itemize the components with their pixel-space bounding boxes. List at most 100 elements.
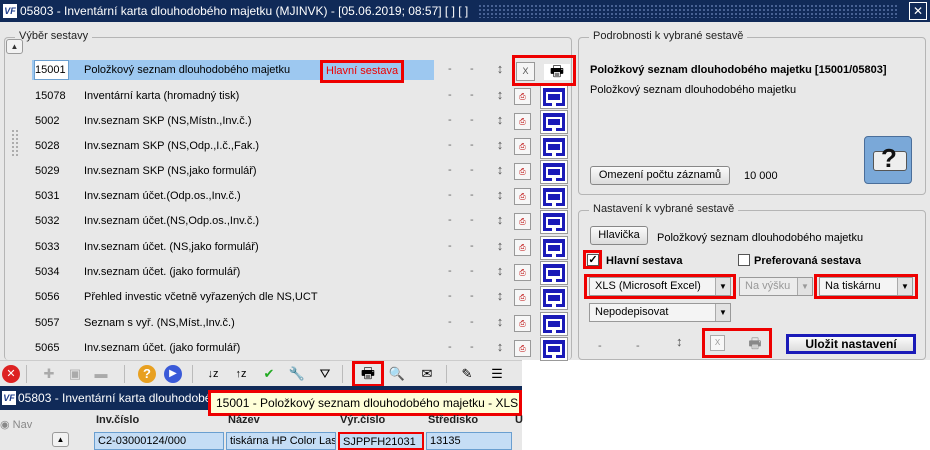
dash: - <box>448 189 452 201</box>
printer-icon[interactable]: 🖶 <box>746 333 764 351</box>
signature-select[interactable]: Nepodepisovat ▼ <box>589 303 731 322</box>
screen-output-icon[interactable] <box>540 135 568 159</box>
remove-icon[interactable]: ▬ <box>92 365 110 383</box>
screen-output-icon[interactable] <box>540 85 568 109</box>
main-report-checkbox[interactable]: ✓ <box>587 254 599 266</box>
scroll-up-icon[interactable]: ▲ <box>52 432 69 447</box>
header-button[interactable]: Hlavička <box>590 226 648 245</box>
scroll-up-icon[interactable]: ▲ <box>6 39 23 54</box>
report-row[interactable]: 5034 Inv.seznam účet. (jako formulář) - - ↕ ⎙ <box>32 260 572 285</box>
report-row[interactable]: 5057 Seznam s vyř. (NS,Míst.,Inv.č.) - - ↕ ⎙ <box>32 311 572 336</box>
report-code: 5031 <box>35 190 60 202</box>
chevron-down-icon[interactable]: ▼ <box>715 278 730 295</box>
sort-reverse-icon[interactable]: ↑z <box>232 365 250 383</box>
screen-output-icon[interactable] <box>540 337 568 361</box>
report-row[interactable]: 15078 Inventární karta (hromadný tisk) - - ↕… <box>32 84 572 109</box>
wrench-icon[interactable]: 🔧 <box>288 365 306 383</box>
save-settings-button[interactable]: Uložit nastavení <box>786 334 916 354</box>
chevron-down-icon[interactable]: ▼ <box>897 278 912 295</box>
sort-arrows-icon[interactable]: ↕ <box>494 137 506 155</box>
report-row[interactable]: 5029 Inv.seznam SKP (NS,jako formulář) - - ↕… <box>32 159 572 184</box>
column-header-u[interactable]: U <box>515 414 523 426</box>
report-row[interactable]: 5033 Inv.seznam účet. (NS,jako formulář) -… <box>32 235 572 260</box>
report-row[interactable]: 15001 Položkový seznam dlouhodobého majet… <box>32 58 572 82</box>
check-icon[interactable]: ✔ <box>260 365 278 383</box>
printer-icon[interactable]: 🖶 <box>359 365 377 383</box>
sort-arrows-icon[interactable]: ↕ <box>494 162 506 180</box>
screen-output-icon[interactable] <box>540 312 568 336</box>
filter-icon[interactable]: ⛛ <box>316 365 334 383</box>
pdf-icon[interactable]: ⎙ <box>514 264 531 281</box>
pdf-icon[interactable]: ⎙ <box>514 239 531 256</box>
pdf-export-icon[interactable]: X <box>710 335 725 351</box>
sort-arrows-icon[interactable]: ↕ <box>494 339 506 357</box>
table-cell[interactable]: 13135 <box>426 432 512 450</box>
pdf-icon[interactable]: ⎙ <box>514 315 531 332</box>
pdf-icon[interactable]: ⎙ <box>514 163 531 180</box>
list-icon[interactable]: ☰ <box>488 365 506 383</box>
pdf-icon[interactable]: ⎙ <box>514 188 531 205</box>
report-code: 5032 <box>35 215 60 227</box>
format-select[interactable]: XLS (Microsoft Excel) ▼ <box>589 277 731 296</box>
pdf-icon[interactable]: ⎙ <box>514 138 531 155</box>
pdf-icon[interactable]: ⎙ <box>514 113 531 130</box>
add-icon[interactable]: ✚ <box>40 365 58 383</box>
sort-arrows-icon[interactable]: ↕ <box>494 112 506 130</box>
mail-icon[interactable]: ✉ <box>418 365 436 383</box>
pdf-icon[interactable]: ⎙ <box>514 213 531 230</box>
scroll-grip[interactable] <box>11 129 19 157</box>
table-cell[interactable]: C2-03000124/000 <box>94 432 224 450</box>
report-row[interactable]: 5028 Inv.seznam SKP (NS,Odp.,I.č.,Fak.) - -… <box>32 134 572 159</box>
column-header-center[interactable]: Středisko <box>428 414 478 426</box>
pdf-icon[interactable]: ⎙ <box>514 340 531 357</box>
sort-icon[interactable]: ↓z <box>204 365 222 383</box>
list-scrollbar[interactable]: ▲ <box>6 39 23 359</box>
dash: - <box>470 265 474 277</box>
print-preview-icon[interactable]: 🔍 <box>388 365 406 383</box>
report-row[interactable]: 5031 Inv.seznam účet.(Odp.os.,Inv.č.) - - ↕ ⎙ <box>32 184 572 209</box>
help-icon[interactable]: ? <box>138 365 156 383</box>
screen-output-icon[interactable] <box>540 236 568 260</box>
title-bar-grip[interactable] <box>478 4 899 18</box>
table-cell[interactable]: tiskárna HP Color Las <box>226 432 336 450</box>
printer-icon[interactable]: 🖶 <box>544 64 570 80</box>
column-header-name[interactable]: Název <box>228 414 260 426</box>
close-circle-icon[interactable]: ✕ <box>2 365 20 383</box>
play-icon[interactable]: ▶ <box>164 365 182 383</box>
pdf-icon[interactable]: ⎙ <box>514 289 531 306</box>
screen-output-icon[interactable] <box>540 286 568 310</box>
close-button[interactable]: ✕ <box>909 2 927 20</box>
preferred-report-checkbox[interactable] <box>738 254 750 266</box>
sort-arrows-icon[interactable]: ↕ <box>494 238 506 256</box>
sort-arrows-icon[interactable]: ↕ <box>494 314 506 332</box>
chevron-down-icon[interactable]: ▼ <box>715 304 730 321</box>
print-dialog-icon[interactable]: ? <box>864 136 912 184</box>
sort-arrows-icon[interactable]: ↕ <box>494 263 506 281</box>
report-row[interactable]: 5002 Inv.seznam SKP (NS,Místn.,Inv.č.) - - ↕… <box>32 109 572 134</box>
sort-arrows-icon[interactable]: ↕ <box>494 187 506 205</box>
report-row[interactable]: 5056 Přehled investic včetně vyřazených d… <box>32 285 572 310</box>
table-cell[interactable]: SJPPFH21031 <box>338 432 424 450</box>
screen-output-icon[interactable] <box>540 261 568 285</box>
nav-toggle[interactable]: ◉ Nav <box>0 418 32 431</box>
screen-output-icon[interactable] <box>540 110 568 134</box>
sort-arrows-icon[interactable]: ↕ <box>494 288 506 306</box>
sort-arrows-icon[interactable]: ↕ <box>494 87 506 105</box>
report-row[interactable]: 5065 Inv.seznam účet. (jako formulář) - - ↕ ⎙ <box>32 336 572 361</box>
report-row[interactable]: 5032 Inv.seznam účet.(NS,Odp.os.,Inv.č.) -… <box>32 209 572 234</box>
pdf-icon[interactable]: ⎙ <box>514 88 531 105</box>
screen-output-icon[interactable] <box>540 210 568 234</box>
sort-arrows-icon[interactable]: ↕ <box>494 61 506 79</box>
column-header-inv[interactable]: Inv.číslo <box>96 414 139 426</box>
column-header-serial[interactable]: Výr.číslo <box>340 414 385 426</box>
save-icon[interactable]: ▣ <box>66 365 84 383</box>
preferred-report-check-label: Preferovaná sestava <box>754 255 862 267</box>
screen-output-icon[interactable] <box>540 160 568 184</box>
xls-export-icon[interactable]: X <box>516 62 535 81</box>
record-limit-button[interactable]: Omezení počtu záznamů <box>590 166 730 185</box>
edit-icon[interactable]: ✎ <box>458 365 476 383</box>
sort-arrows-icon[interactable]: ↕ <box>494 212 506 230</box>
sort-arrows-icon[interactable]: ↕ <box>676 334 683 349</box>
screen-output-icon[interactable] <box>540 185 568 209</box>
output-select[interactable]: Na tiskárnu ▼ <box>819 277 913 296</box>
